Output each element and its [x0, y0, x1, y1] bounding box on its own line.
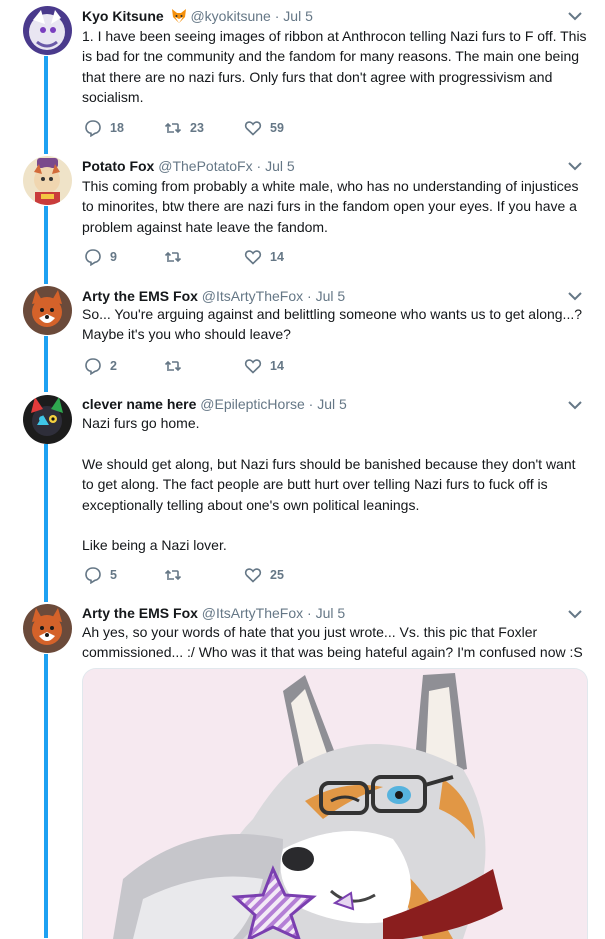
reply-count: 9: [110, 250, 117, 264]
tweet-paragraph: We should get along, but Nazi furs shoul…: [82, 455, 576, 513]
retweet-button[interactable]: [164, 566, 182, 584]
timestamp[interactable]: Jul 5: [316, 605, 346, 621]
fox-artwork-image: [83, 669, 587, 939]
retweet-button[interactable]: 23: [164, 119, 204, 137]
display-name[interactable]: clever name here: [82, 396, 196, 412]
chevron-down-icon[interactable]: [567, 160, 583, 172]
avatar[interactable]: [23, 604, 72, 653]
tweet-text: Nazi furs go home. We should get along, …: [82, 413, 587, 556]
like-icon: [244, 568, 262, 583]
like-count: 14: [270, 359, 284, 373]
reply-icon: [85, 120, 101, 137]
tweet-text: This coming from probably a white male, …: [82, 176, 587, 237]
chevron-down-icon[interactable]: [567, 399, 583, 411]
display-name[interactable]: Arty the EMS Fox: [82, 605, 198, 621]
retweet-icon: [164, 122, 182, 134]
handle[interactable]: @kyokitsune: [190, 8, 270, 24]
like-icon: [244, 359, 262, 374]
timestamp[interactable]: Jul 5: [317, 396, 347, 412]
separator: ·: [274, 8, 280, 24]
retweet-button[interactable]: [164, 357, 182, 375]
like-button[interactable]: 14: [244, 248, 284, 266]
avatar[interactable]: [23, 395, 72, 444]
avatar[interactable]: [23, 286, 72, 335]
reply-count: 2: [110, 359, 117, 373]
tweet[interactable]: clever name here @EpilepticHorse · Jul 5…: [0, 389, 605, 599]
tweet-text: So... You're arguing against and belittl…: [82, 304, 587, 345]
display-name[interactable]: Potato Fox: [82, 158, 154, 174]
chevron-down-icon[interactable]: [567, 290, 583, 302]
tweet-paragraph: Ah yes, so your words of hate that you j…: [82, 624, 583, 661]
handle[interactable]: @EpilepticHorse: [200, 396, 304, 412]
tweet-paragraph: So... You're arguing against and belittl…: [82, 306, 583, 343]
reply-count: 5: [110, 568, 117, 582]
tweet-paragraph: Like being a Nazi lover.: [82, 537, 227, 554]
like-count: 25: [270, 568, 284, 582]
tweet-paragraph: This coming from probably a white male, …: [82, 178, 579, 235]
like-button[interactable]: 59: [244, 119, 284, 137]
retweet-count: 23: [190, 121, 204, 135]
tweet-text: Ah yes, so your words of hate that you j…: [82, 622, 587, 663]
handle[interactable]: @ThePotatoFx: [158, 158, 252, 174]
fox-face-emoji-icon: [171, 9, 187, 23]
tweet-paragraph: 1. I have been seeing images of ribbon a…: [82, 28, 587, 106]
separator: ·: [308, 396, 314, 412]
retweet-icon: [164, 251, 182, 263]
chevron-down-icon[interactable]: [567, 608, 583, 620]
avatar[interactable]: [23, 6, 72, 55]
display-name[interactable]: Arty the EMS Fox: [82, 288, 198, 304]
reply-button[interactable]: 5: [84, 566, 117, 584]
tweet[interactable]: Kyo Kitsune @kyokitsune · Jul 5 1. I hav…: [0, 0, 605, 150]
reply-button[interactable]: 9: [84, 248, 117, 266]
handle[interactable]: @ItsArtyTheFox: [202, 605, 303, 621]
timestamp[interactable]: Jul 5: [316, 288, 346, 304]
like-count: 14: [270, 250, 284, 264]
reply-icon: [85, 358, 101, 375]
reply-button[interactable]: 18: [84, 119, 124, 137]
chevron-down-icon[interactable]: [567, 10, 583, 22]
separator: ·: [256, 158, 262, 174]
like-count: 59: [270, 121, 284, 135]
retweet-button[interactable]: [164, 248, 182, 266]
reply-button[interactable]: 2: [84, 357, 117, 375]
like-button[interactable]: 25: [244, 566, 284, 584]
timestamp[interactable]: Jul 5: [283, 8, 313, 24]
tweet[interactable]: Potato Fox @ThePotatoFx · Jul 5 This com…: [0, 150, 605, 280]
display-name[interactable]: Kyo Kitsune: [82, 8, 164, 24]
reply-count: 18: [110, 121, 124, 135]
tweet[interactable]: Arty the EMS Fox @ItsArtyTheFox · Jul 5 …: [0, 280, 605, 390]
retweet-icon: [164, 360, 182, 372]
like-icon: [244, 121, 262, 136]
tweet-text: 1. I have been seeing images of ribbon a…: [82, 26, 587, 108]
reply-icon: [85, 567, 101, 584]
like-icon: [244, 250, 262, 265]
retweet-icon: [164, 569, 182, 581]
handle[interactable]: @ItsArtyTheFox: [202, 288, 303, 304]
tweet-paragraph: Nazi furs go home.: [82, 415, 200, 431]
attached-image[interactable]: [82, 668, 588, 939]
separator: ·: [307, 605, 312, 621]
separator: ·: [307, 288, 312, 304]
timestamp[interactable]: Jul 5: [265, 158, 295, 174]
like-button[interactable]: 14: [244, 357, 284, 375]
avatar[interactable]: [23, 156, 72, 205]
reply-icon: [85, 249, 101, 266]
